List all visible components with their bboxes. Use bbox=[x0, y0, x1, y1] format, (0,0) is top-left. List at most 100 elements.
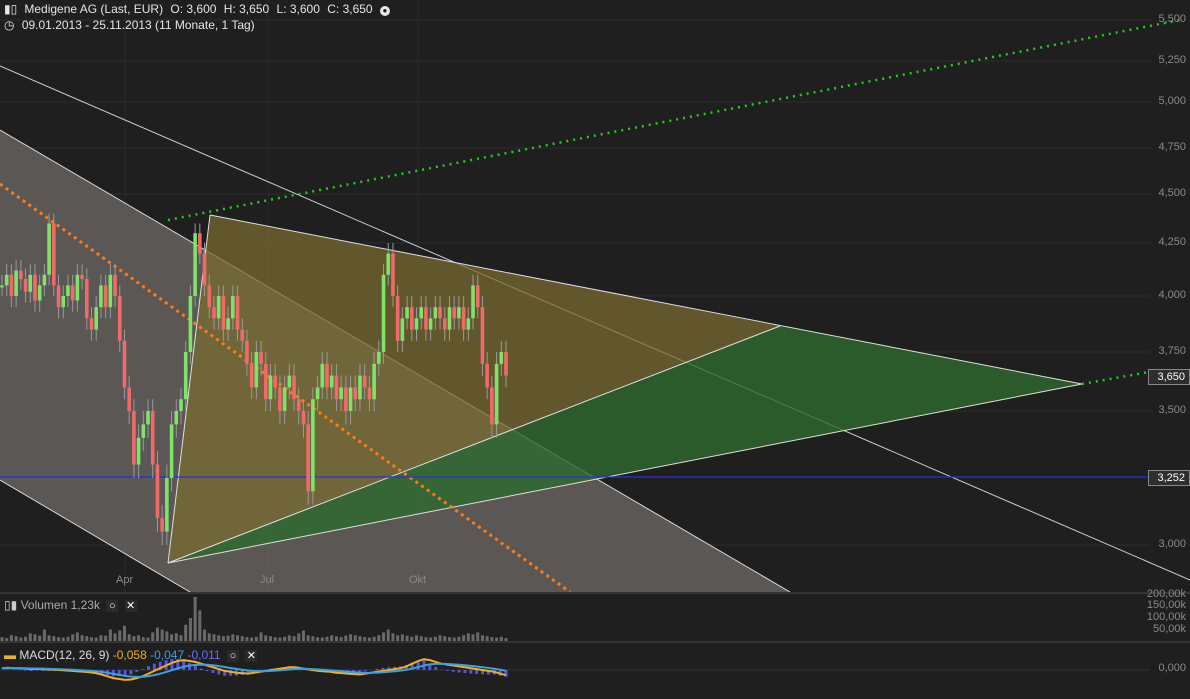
volume-bar bbox=[504, 638, 508, 641]
macd-value-2: -0,047 bbox=[150, 648, 185, 662]
candle bbox=[14, 270, 18, 296]
volume-bar bbox=[433, 636, 437, 641]
volume-bar bbox=[386, 629, 390, 641]
candle bbox=[329, 375, 334, 388]
volume-bar bbox=[438, 635, 442, 641]
macd-close-icon[interactable]: ✕ bbox=[245, 650, 258, 662]
candle bbox=[405, 307, 409, 319]
volume-bar bbox=[316, 637, 320, 641]
volume-bar bbox=[221, 636, 225, 641]
volume-bar bbox=[330, 635, 334, 641]
volume-bar bbox=[292, 636, 296, 641]
volume-bar bbox=[245, 637, 249, 641]
candle bbox=[179, 399, 183, 411]
chart-title: Medigene AG (Last, EUR) bbox=[24, 2, 164, 16]
volume-bar bbox=[405, 635, 409, 641]
macd-panel-header: ▬ MACD(12, 26, 9) -0,058 -0,047 -0,011 ○… bbox=[4, 648, 258, 662]
candle bbox=[353, 387, 358, 400]
candle bbox=[160, 518, 164, 532]
volume-bar bbox=[66, 636, 70, 641]
candle bbox=[42, 274, 47, 286]
volume-bar bbox=[212, 634, 216, 641]
candle bbox=[231, 296, 235, 319]
candlestick-icon[interactable]: ▮▯ bbox=[4, 2, 17, 16]
volume-bar bbox=[297, 633, 301, 641]
volume-bar bbox=[377, 635, 381, 641]
candle bbox=[23, 279, 28, 292]
macd-settings-icon[interactable]: ○ bbox=[226, 650, 239, 662]
volume-close-icon[interactable]: ✕ bbox=[124, 600, 137, 612]
candle bbox=[127, 387, 131, 411]
volume-bar bbox=[353, 635, 357, 641]
macd-histogram-bar bbox=[23, 670, 27, 671]
y-tick-label: 4,250 bbox=[1158, 236, 1186, 248]
candle bbox=[395, 296, 400, 341]
candle bbox=[457, 307, 461, 319]
candle bbox=[150, 411, 155, 465]
macd-histogram-bar bbox=[141, 669, 145, 670]
volume-bar bbox=[443, 636, 447, 641]
volume-bar bbox=[85, 636, 89, 641]
macd-histogram-bar bbox=[475, 670, 479, 674]
candle bbox=[89, 318, 94, 330]
volume-bar bbox=[52, 636, 56, 641]
candle bbox=[240, 329, 245, 341]
candle bbox=[273, 375, 277, 388]
volume-bar bbox=[61, 637, 65, 641]
volume-bar bbox=[466, 633, 470, 641]
stock-chart[interactable] bbox=[0, 0, 1190, 699]
volume-settings-icon[interactable]: ○ bbox=[106, 600, 119, 612]
volume-bar bbox=[141, 637, 145, 641]
candle bbox=[146, 411, 150, 425]
candle bbox=[409, 307, 414, 330]
volume-bar bbox=[104, 635, 108, 641]
volume-bar bbox=[349, 634, 353, 641]
candle bbox=[207, 285, 212, 308]
settings-icon[interactable]: ● bbox=[379, 6, 390, 16]
candle bbox=[56, 285, 61, 308]
volume-bar bbox=[419, 636, 423, 641]
candle bbox=[287, 375, 292, 388]
x-tick-label: Okt bbox=[409, 574, 427, 586]
macd-histogram-bar bbox=[205, 670, 209, 672]
candle bbox=[94, 307, 99, 330]
volume-bar bbox=[400, 634, 404, 641]
macd-histogram-bar bbox=[451, 670, 455, 672]
candle bbox=[391, 253, 395, 296]
candle bbox=[75, 274, 80, 301]
candle bbox=[70, 285, 75, 301]
volume-bar bbox=[146, 637, 150, 641]
y-tick-label: 3,500 bbox=[1158, 404, 1186, 416]
volume-bar bbox=[155, 627, 159, 641]
volume-bar bbox=[415, 635, 419, 641]
volume-bar bbox=[113, 633, 117, 641]
candle bbox=[212, 307, 216, 319]
candle bbox=[84, 279, 89, 319]
volume-bar bbox=[179, 635, 183, 641]
volume-tick: 100,00k bbox=[1146, 611, 1186, 623]
candle bbox=[99, 285, 103, 308]
volume-bar bbox=[160, 629, 164, 641]
candle bbox=[292, 375, 296, 400]
candle bbox=[103, 285, 108, 308]
candle bbox=[165, 478, 169, 532]
volume-bar bbox=[226, 635, 230, 641]
candle bbox=[183, 352, 188, 400]
volume-bar bbox=[495, 637, 499, 641]
candle bbox=[4, 274, 9, 286]
volume-bar bbox=[89, 637, 93, 641]
candle bbox=[419, 307, 424, 319]
x-tick-label: Apr bbox=[116, 574, 134, 586]
volume-bar bbox=[334, 636, 338, 641]
candle bbox=[377, 352, 381, 364]
candle bbox=[113, 274, 117, 296]
candle bbox=[358, 375, 362, 400]
volume-bar bbox=[480, 635, 484, 641]
candle bbox=[381, 274, 386, 352]
y-tick-label: 4,500 bbox=[1158, 187, 1186, 199]
candle bbox=[52, 223, 56, 286]
candle bbox=[122, 340, 127, 388]
date-range: 09.01.2013 - 25.11.2013 (11 Monate, 1 Ta… bbox=[21, 18, 255, 32]
volume-bar bbox=[132, 636, 136, 641]
volume-bar bbox=[471, 634, 475, 641]
